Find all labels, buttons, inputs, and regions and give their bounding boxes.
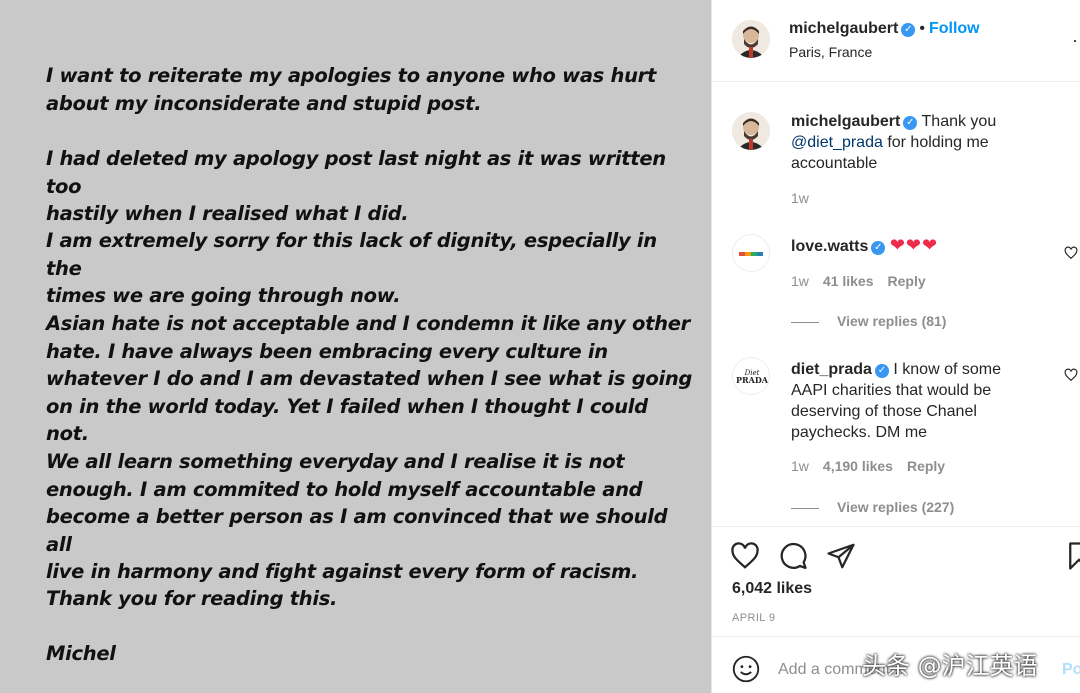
post-sidebar: michelgaubert✓•Follow Paris, France ··· … — [711, 0, 1080, 693]
caption-time[interactable]: 1w — [791, 190, 809, 206]
post-comment-button[interactable]: Post — [1062, 661, 1080, 679]
verified-icon: ✓ — [901, 23, 916, 37]
post-header: michelgaubert✓•Follow Paris, France ··· — [712, 0, 1080, 82]
likes-count[interactable]: 6,042 likes — [732, 580, 812, 598]
view-replies-label: View replies (81) — [837, 313, 947, 329]
apology-paragraph-3: I am extremely sorry for this lack of di… — [46, 229, 657, 307]
caption-avatar[interactable] — [732, 112, 770, 150]
like-comment-heart-icon[interactable] — [1064, 246, 1078, 260]
love-watts-meta: 1w 41 likes Reply — [791, 273, 940, 289]
love-watts-time[interactable]: 1w — [791, 273, 809, 289]
diet-prada-reply-button[interactable]: Reply — [907, 458, 945, 474]
emoji-icon[interactable] — [732, 655, 760, 683]
love-watts-username[interactable]: love.watts — [791, 238, 868, 255]
love-watts-avatar[interactable] — [732, 234, 770, 272]
caption-text-before: Thank you — [921, 113, 997, 130]
more-options-icon[interactable]: ··· — [1072, 30, 1080, 51]
signature: Michel — [46, 642, 116, 665]
location-link[interactable]: Paris, France — [789, 44, 872, 60]
verified-icon: ✓ — [903, 116, 918, 130]
diet-prada-likes[interactable]: 4,190 likes — [823, 458, 893, 474]
comment-icon[interactable] — [778, 541, 808, 571]
caption-username[interactable]: michelgaubert — [791, 113, 900, 130]
apology-paragraph-6: Thank you for reading this. — [46, 587, 338, 610]
diet-prada-avatar[interactable]: Diet PRADA — [732, 357, 770, 395]
red-hearts-emoji: ❤❤❤ — [889, 235, 939, 255]
author-avatar[interactable] — [732, 20, 770, 58]
diet-prada-username[interactable]: diet_prada — [791, 361, 872, 378]
diet-prada-meta: 1w 4,190 likes Reply — [791, 458, 959, 474]
separator-dot: • — [919, 20, 925, 37]
heart-icon[interactable] — [730, 541, 760, 571]
like-comment-heart-icon[interactable] — [1064, 368, 1078, 382]
view-replies-label: View replies (227) — [837, 499, 955, 515]
caption-meta: 1w — [791, 190, 823, 206]
divider-line — [791, 321, 819, 323]
header-user-line: michelgaubert ✓ • Follow — [789, 20, 980, 38]
view-replies-button[interactable]: View replies (227) — [791, 499, 954, 515]
svg-text:PRADA: PRADA — [736, 375, 769, 385]
mention-link[interactable]: @diet_prada — [791, 134, 883, 151]
apology-paragraph-5: We all learn something everyday and I re… — [46, 450, 668, 583]
bookmark-icon[interactable] — [1064, 541, 1080, 571]
love-watts-comment: love.watts ✓ ❤❤❤ — [791, 235, 1051, 257]
post-date[interactable]: APRIL 9 — [732, 612, 775, 624]
love-watts-likes[interactable]: 41 likes — [823, 273, 874, 289]
verified-icon: ✓ — [874, 364, 889, 378]
verified-icon: ✓ — [871, 241, 886, 255]
diet-prada-time[interactable]: 1w — [791, 458, 809, 474]
post-image: I want to reiterate my apologies to anyo… — [0, 0, 711, 693]
diet-prada-comment: diet_prada ✓ I know of some AAPI charitie… — [791, 359, 1031, 443]
follow-button[interactable]: Follow — [929, 20, 980, 37]
divider-line — [791, 507, 819, 509]
watermark: 头条 @沪江英语 — [862, 652, 1038, 680]
caption-comment: michelgaubert ✓ Thank you @diet_prada for… — [791, 111, 1031, 174]
apology-paragraph-1: I want to reiterate my apologies to anyo… — [46, 64, 656, 115]
apology-paragraph-4: Asian hate is not acceptable and I conde… — [46, 312, 693, 445]
author-username[interactable]: michelgaubert — [789, 20, 898, 37]
apology-paragraph-2: I had deleted my apology post last night… — [46, 147, 666, 225]
love-watts-reply-button[interactable]: Reply — [888, 273, 926, 289]
view-replies-button[interactable]: View replies (81) — [791, 313, 946, 329]
share-icon[interactable] — [826, 541, 856, 571]
